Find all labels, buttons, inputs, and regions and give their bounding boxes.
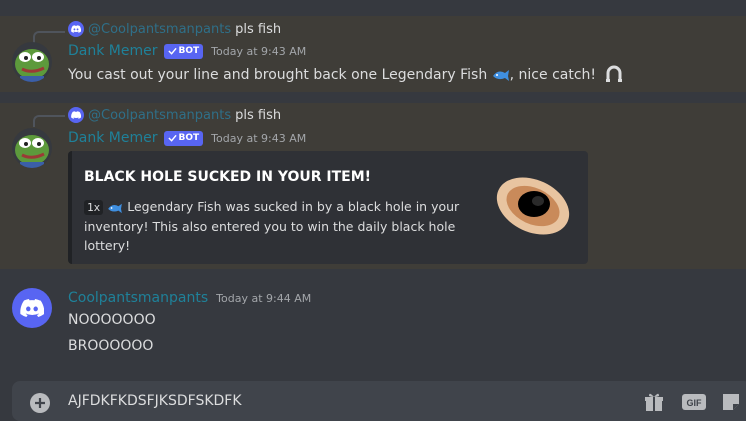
message-line: NOOOOOOO: [68, 312, 156, 328]
reply-username[interactable]: @Coolpantsmanpants: [88, 22, 231, 37]
bot-check-icon: [167, 134, 177, 142]
bot-check-icon: [167, 47, 177, 55]
message-text: You cast out your line and brought back …: [68, 67, 488, 83]
embed-description-text: Legendary Fish was sucked in by a black …: [84, 199, 460, 253]
svg-text:GIF: GIF: [687, 398, 703, 408]
reply-connector: [33, 31, 65, 43]
avatar[interactable]: [12, 128, 52, 168]
message-composer: AJFDKFKDSFJKSDFSKDFK GIF: [12, 381, 746, 421]
reply-text: pls fish: [235, 21, 282, 37]
message-group: @Coolpantsmanpants pls fish Dank Memer B…: [0, 103, 746, 269]
message-line: BROOOOOO: [68, 338, 154, 354]
reply-connector: [33, 115, 65, 127]
avatar[interactable]: [12, 288, 52, 328]
timestamp[interactable]: Today at 9:43 AM: [211, 45, 306, 58]
reply-avatar: [68, 21, 84, 37]
author-name[interactable]: Dank Memer: [68, 130, 158, 146]
embed: BLACK HOLE SUCKED IN YOUR ITEM! 1x Legen…: [68, 151, 588, 264]
timestamp[interactable]: Today at 9:44 AM: [216, 292, 311, 305]
bot-badge-label: BOT: [178, 46, 200, 56]
reply-text: pls fish: [235, 107, 282, 123]
legendary-fish-icon: [492, 70, 509, 81]
timestamp[interactable]: Today at 9:43 AM: [211, 132, 306, 145]
message-group: Coolpantsmanpants Today at 9:44 AM NOOOO…: [0, 282, 746, 362]
discord-logo-icon: [20, 299, 44, 317]
message-group: @Coolpantsmanpants pls fish Dank Memer B…: [0, 16, 746, 92]
pepe-avatar: [12, 128, 52, 168]
bot-badge: BOT: [163, 43, 204, 59]
message-header: Dank Memer BOT Today at 9:43 AM: [68, 128, 306, 148]
message-input[interactable]: AJFDKFKDSFJKSDFSKDFK: [68, 393, 242, 409]
reply-preview[interactable]: @Coolpantsmanpants pls fish: [68, 105, 281, 125]
add-attachment-button[interactable]: [30, 393, 50, 413]
reply-avatar: [68, 107, 84, 123]
horseshoe-icon: [606, 65, 623, 82]
discord-logo-icon: [71, 111, 81, 119]
discord-logo-icon: [71, 25, 81, 33]
pepe-avatar: [12, 42, 52, 82]
black-hole-icon[interactable]: [492, 165, 574, 247]
message-content: You cast out your line and brought back …: [68, 65, 624, 83]
author-name[interactable]: Dank Memer: [68, 43, 158, 59]
author-name[interactable]: Coolpantsmanpants: [68, 290, 208, 306]
message-header: Dank Memer BOT Today at 9:43 AM: [68, 41, 306, 61]
reply-preview[interactable]: @Coolpantsmanpants pls fish: [68, 19, 281, 39]
message-header: Coolpantsmanpants Today at 9:44 AM: [68, 288, 311, 308]
bot-badge-label: BOT: [178, 133, 200, 143]
message-text-end: , nice catch!: [509, 67, 597, 83]
bot-badge: BOT: [163, 130, 204, 146]
embed-title: BLACK HOLE SUCKED IN YOUR ITEM!: [84, 169, 372, 185]
embed-description: 1x Legendary Fish was sucked in by a bla…: [84, 197, 484, 255]
item-quantity: 1x: [84, 200, 104, 215]
add-icon: [35, 398, 45, 408]
avatar[interactable]: [12, 42, 52, 82]
legendary-fish-icon: [108, 203, 123, 214]
reply-username[interactable]: @Coolpantsmanpants: [88, 108, 231, 123]
